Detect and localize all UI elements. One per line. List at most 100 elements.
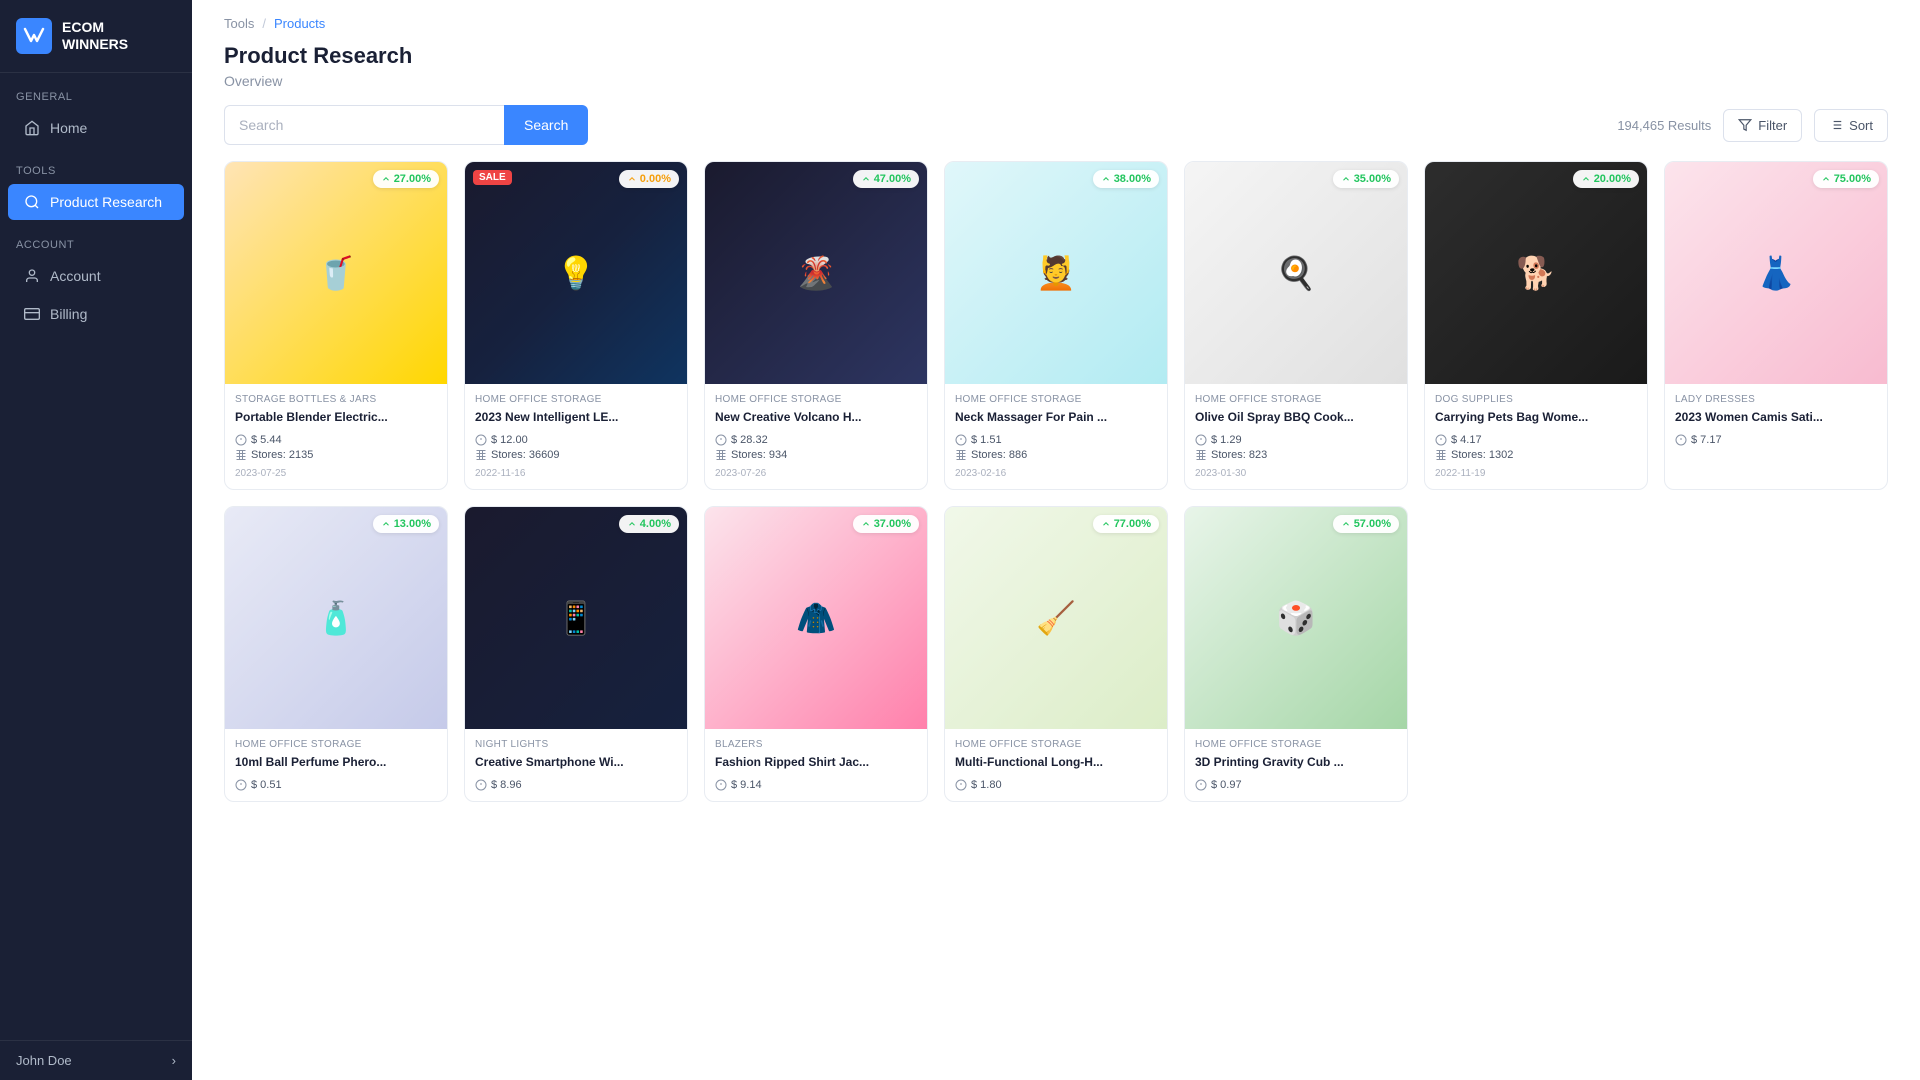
section-label-account: Account <box>0 221 192 257</box>
product-card[interactable]: 🎲 57.00% Home Office Storage 3D Printing… <box>1184 506 1408 802</box>
sidebar-item-product-research[interactable]: Product Research <box>8 184 184 220</box>
product-image: 🧹 <box>945 507 1167 729</box>
product-price: $ 12.00 <box>491 434 528 446</box>
product-category: Home Office Storage <box>955 739 1157 750</box>
product-stores-row: Stores: 36609 <box>475 449 677 461</box>
sidebar-item-billing[interactable]: Billing <box>8 296 184 332</box>
sort-button[interactable]: Sort <box>1814 109 1888 142</box>
products-area: 🥤 27.00% Storage Bottles & Jars Portable… <box>192 161 1920 1080</box>
trend-badge: 20.00% <box>1573 170 1639 188</box>
product-price-row: $ 9.14 <box>715 779 917 791</box>
product-stores-row: Stores: 886 <box>955 449 1157 461</box>
product-card[interactable]: 📱 4.00% Night Lights Creative Smartphone… <box>464 506 688 802</box>
product-category: Night Lights <box>475 739 677 750</box>
sidebar-item-account[interactable]: Account <box>8 258 184 294</box>
trend-badge: 4.00% <box>619 515 679 533</box>
trend-value: 27.00% <box>394 173 431 185</box>
product-name: 2023 New Intelligent LE... <box>475 409 677 426</box>
filter-button[interactable]: Filter <box>1723 109 1802 142</box>
product-stores-row: Stores: 2135 <box>235 449 437 461</box>
product-date: 2023-02-16 <box>955 468 1157 479</box>
product-image: 🐕 <box>1425 162 1647 384</box>
product-image: 🧥 <box>705 507 927 729</box>
product-price: $ 8.96 <box>491 779 522 791</box>
product-price: $ 4.17 <box>1451 434 1482 446</box>
product-category: Home Office Storage <box>235 739 437 750</box>
search-input[interactable] <box>224 105 504 145</box>
product-stores-row: Stores: 823 <box>1195 449 1397 461</box>
product-card[interactable]: 🥤 27.00% Storage Bottles & Jars Portable… <box>224 161 448 490</box>
toolbar: Search 194,465 Results Filter Sort <box>192 89 1920 161</box>
trend-value: 77.00% <box>1114 518 1151 530</box>
product-date: 2023-01-30 <box>1195 468 1397 479</box>
breadcrumb-products: Products <box>274 16 325 31</box>
trend-badge: 77.00% <box>1093 515 1159 533</box>
product-stores: Stores: 934 <box>731 449 787 461</box>
product-name: Fashion Ripped Shirt Jac... <box>715 754 917 771</box>
product-card[interactable]: 🐕 20.00% Dog Supplies Carrying Pets Bag … <box>1424 161 1648 490</box>
product-price: $ 1.51 <box>971 434 1002 446</box>
product-card[interactable]: 🌋 47.00% Home Office Storage New Creativ… <box>704 161 928 490</box>
product-stores: Stores: 1302 <box>1451 449 1513 461</box>
product-category: Storage Bottles & Jars <box>235 394 437 405</box>
trend-value: 75.00% <box>1834 173 1871 185</box>
trend-value: 35.00% <box>1354 173 1391 185</box>
product-image: 🧴 <box>225 507 447 729</box>
product-name: 2023 Women Camis Sati... <box>1675 409 1877 426</box>
trend-badge: 38.00% <box>1093 170 1159 188</box>
product-price: $ 0.97 <box>1211 779 1242 791</box>
section-label-general: General <box>0 73 192 109</box>
trend-value: 47.00% <box>874 173 911 185</box>
trend-badge: 37.00% <box>853 515 919 533</box>
product-price-row: $ 1.80 <box>955 779 1157 791</box>
product-price-row: $ 28.32 <box>715 434 917 446</box>
product-price-row: $ 4.17 <box>1435 434 1637 446</box>
product-category: Dog Supplies <box>1435 394 1637 405</box>
search-button[interactable]: Search <box>504 105 588 145</box>
product-category: Home Office Storage <box>955 394 1157 405</box>
products-grid: 🥤 27.00% Storage Bottles & Jars Portable… <box>224 161 1888 802</box>
sidebar-item-home[interactable]: Home <box>8 110 184 146</box>
trend-value: 38.00% <box>1114 173 1151 185</box>
product-image: 💡 <box>465 162 687 384</box>
page-header: Product Research Overview <box>192 31 1920 89</box>
trend-value: 20.00% <box>1594 173 1631 185</box>
page-subtitle: Overview <box>224 73 1888 89</box>
product-image: 🎲 <box>1185 507 1407 729</box>
product-date: 2022-11-19 <box>1435 468 1637 479</box>
breadcrumb-tools[interactable]: Tools <box>224 16 254 31</box>
product-price: $ 28.32 <box>731 434 768 446</box>
trend-badge: 75.00% <box>1813 170 1879 188</box>
product-stores: Stores: 886 <box>971 449 1027 461</box>
product-category: Blazers <box>715 739 917 750</box>
product-date: 2023-07-26 <box>715 468 917 479</box>
product-image: 👗 <box>1665 162 1887 384</box>
user-chevron: › <box>172 1053 176 1068</box>
product-name: Olive Oil Spray BBQ Cook... <box>1195 409 1397 426</box>
product-card[interactable]: 💆 38.00% Home Office Storage Neck Massag… <box>944 161 1168 490</box>
product-image: 🥤 <box>225 162 447 384</box>
product-price-row: $ 8.96 <box>475 779 677 791</box>
product-card[interactable]: 🍳 35.00% Home Office Storage Olive Oil S… <box>1184 161 1408 490</box>
section-label-tools: Tools <box>0 147 192 183</box>
user-profile[interactable]: John Doe › <box>0 1040 192 1080</box>
toolbar-right: 194,465 Results Filter Sort <box>1617 109 1888 142</box>
product-name: Portable Blender Electric... <box>235 409 437 426</box>
product-card[interactable]: 🧴 13.00% Home Office Storage 10ml Ball P… <box>224 506 448 802</box>
product-card[interactable]: 🧹 77.00% Home Office Storage Multi-Funct… <box>944 506 1168 802</box>
product-card[interactable]: 🧥 37.00% Blazers Fashion Ripped Shirt Ja… <box>704 506 928 802</box>
product-image: 📱 <box>465 507 687 729</box>
product-price-row: $ 7.17 <box>1675 434 1877 446</box>
product-card[interactable]: 💡 SALE 0.00% Home Office Storage 2023 Ne… <box>464 161 688 490</box>
product-stores: Stores: 823 <box>1211 449 1267 461</box>
product-card[interactable]: 👗 75.00% Lady Dresses 2023 Women Camis S… <box>1664 161 1888 490</box>
user-name: John Doe <box>16 1053 72 1068</box>
trend-value: 57.00% <box>1354 518 1391 530</box>
product-price-row: $ 1.29 <box>1195 434 1397 446</box>
trend-value: 13.00% <box>394 518 431 530</box>
trend-badge: 0.00% <box>619 170 679 188</box>
sidebar-item-home-label: Home <box>50 120 87 136</box>
product-price-row: $ 0.51 <box>235 779 437 791</box>
product-category: Lady Dresses <box>1675 394 1877 405</box>
product-price-row: $ 1.51 <box>955 434 1157 446</box>
